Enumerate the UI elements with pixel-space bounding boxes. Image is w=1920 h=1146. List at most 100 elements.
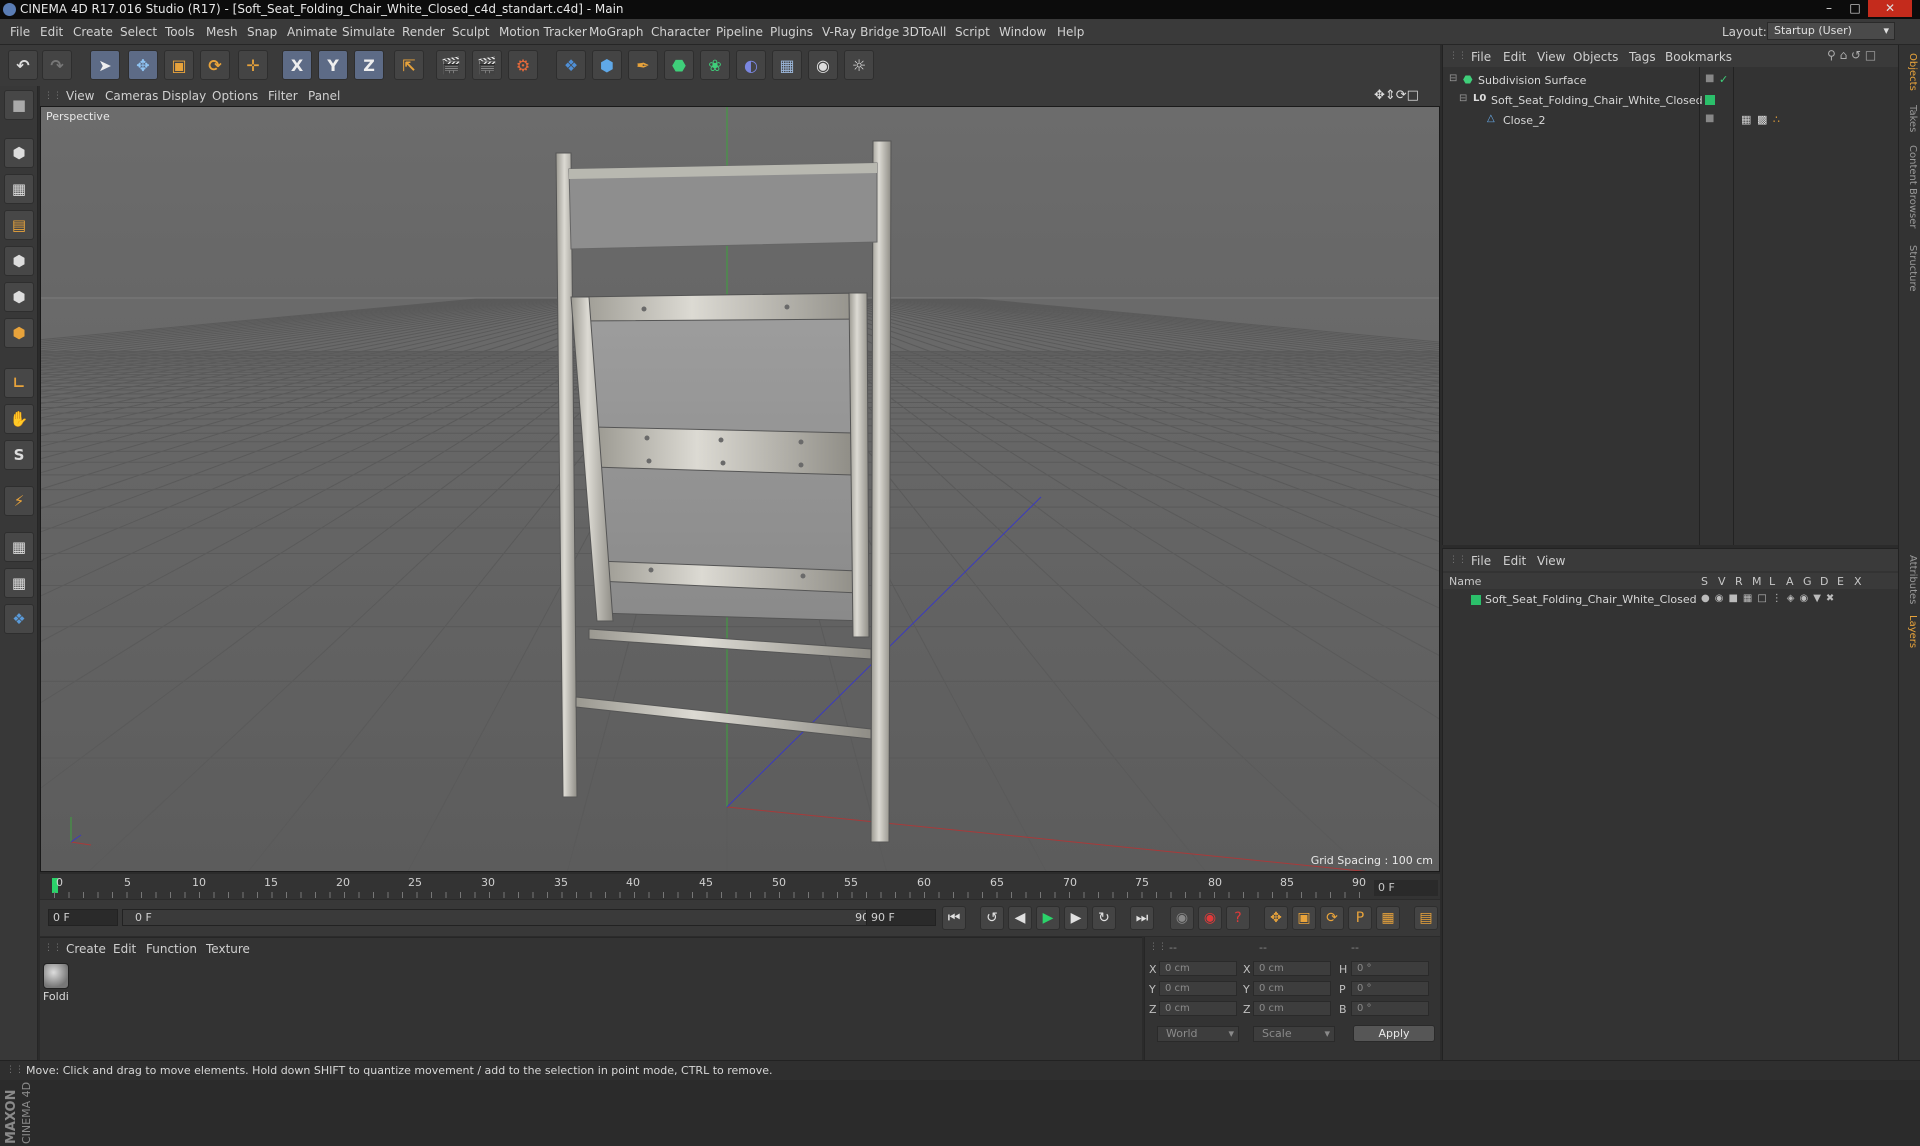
end-frame-field[interactable]: 90 F	[866, 909, 936, 926]
menu-plugins[interactable]: Plugins	[770, 25, 813, 39]
collapse-icon[interactable]: ⊟	[1449, 73, 1457, 84]
layer-toggle-icons[interactable]: ●◉■▦□⋮◈◉▼✖	[1701, 593, 1839, 604]
key-scale-icon[interactable]: ▣	[1292, 906, 1316, 930]
menu-sculpt[interactable]: Sculpt	[452, 25, 489, 39]
viewport-menu-cameras[interactable]: Cameras	[105, 89, 158, 103]
layer-menu-edit[interactable]: Edit	[1503, 554, 1526, 568]
material-menu-edit[interactable]: Edit	[113, 942, 136, 956]
texture-tag-icon[interactable]: ▦	[1741, 113, 1751, 126]
points-mode-icon[interactable]: ⬢	[4, 246, 34, 276]
layer-col-render[interactable]: R	[1735, 575, 1743, 588]
menu-select[interactable]: Select	[120, 25, 157, 39]
previous-frame-icon[interactable]: ◀	[1008, 906, 1032, 930]
viewport-navigation-icons[interactable]: ✥⇕⟳□	[1374, 88, 1419, 103]
vertex-tag-icon[interactable]: ∴	[1773, 113, 1780, 126]
y-axis-lock[interactable]: Y	[318, 50, 348, 80]
object-name[interactable]: Soft_Seat_Folding_Chair_White_Closed	[1491, 94, 1703, 107]
material-preview-ball[interactable]	[43, 963, 69, 989]
keyframe-selection-icon[interactable]: ?	[1226, 906, 1250, 930]
layout-dropdown[interactable]: Startup (User) ▾	[1767, 22, 1895, 40]
tab-attributes[interactable]: Attributes	[1902, 555, 1918, 604]
position-y-field[interactable]: 0 cm	[1159, 981, 1237, 996]
layer-col-animation[interactable]: A	[1786, 575, 1794, 588]
material-menu-function[interactable]: Function	[146, 942, 197, 956]
record-keys-icon[interactable]: ◉	[1170, 906, 1194, 930]
model-mode-icon[interactable]: ⬢	[4, 138, 34, 168]
z-axis-lock[interactable]: Z	[354, 50, 384, 80]
tweak-mode-icon[interactable]: ✋	[4, 404, 34, 434]
edit-visibility-icon[interactable]: ■	[1705, 113, 1714, 124]
next-key-icon[interactable]: ↻	[1092, 906, 1116, 930]
key-parameter-icon[interactable]: P	[1348, 906, 1372, 930]
layer-col-locked[interactable]: L	[1769, 575, 1775, 588]
position-x-field[interactable]: 0 cm	[1159, 961, 1237, 976]
polygons-mode-icon[interactable]: ⬢	[4, 318, 34, 348]
menu-edit[interactable]: Edit	[40, 25, 63, 39]
coordinate-system-icon[interactable]: ⇱	[394, 50, 424, 80]
render-view-icon[interactable]: 🎬	[436, 50, 466, 80]
column-divider[interactable]	[1699, 67, 1700, 545]
menu-file[interactable]: File	[10, 25, 30, 39]
object-menu-edit[interactable]: Edit	[1503, 50, 1526, 64]
redo-icon[interactable]: ↷	[42, 50, 72, 80]
size-y-field[interactable]: 0 cm	[1253, 981, 1331, 996]
edit-visibility-icon[interactable]: ■	[1705, 73, 1714, 84]
object-menu-file[interactable]: File	[1471, 50, 1491, 64]
goto-end-icon[interactable]: ⏭	[1130, 906, 1154, 930]
select-cursor-icon[interactable]: ➤	[90, 50, 120, 80]
edges-mode-icon[interactable]: ⬢	[4, 282, 34, 312]
rotation-b-field[interactable]: 0 °	[1351, 1001, 1429, 1016]
live-selection-icon[interactable]: ✛	[238, 50, 268, 80]
key-pla-icon[interactable]: ▦	[1376, 906, 1400, 930]
layer-row[interactable]: Soft_Seat_Folding_Chair_White_Closed ●◉■…	[1443, 591, 1899, 609]
perspective-viewport[interactable]: Perspective Grid Spacing : 100 cm	[40, 106, 1440, 872]
layer-col-expressions[interactable]: E	[1837, 575, 1844, 588]
coordinate-space-dropdown[interactable]: World ▾	[1157, 1026, 1239, 1042]
menu-animate[interactable]: Animate	[287, 25, 337, 39]
workplane-icon[interactable]: ▦	[4, 568, 34, 598]
light-icon[interactable]: ☼	[844, 50, 874, 80]
material-name-label[interactable]: Foldi	[43, 990, 69, 1003]
viewport-scene[interactable]	[41, 107, 1440, 872]
render-picture-viewer-icon[interactable]: 🎬	[472, 50, 502, 80]
layer-col-manager[interactable]: M	[1752, 575, 1762, 588]
collapse-icon[interactable]: ⊟	[1459, 93, 1467, 104]
rotate-tool-icon[interactable]: ⟳	[200, 50, 230, 80]
coordinate-mode-dropdown[interactable]: Scale ▾	[1253, 1026, 1335, 1042]
tab-takes[interactable]: Takes	[1902, 105, 1918, 132]
object-menu-bookmarks[interactable]: Bookmarks	[1665, 50, 1732, 64]
layer-color-swatch[interactable]	[1705, 95, 1715, 105]
snap-icon[interactable]: S	[4, 440, 34, 470]
viewport-camera-label[interactable]: Perspective	[46, 110, 110, 123]
menu-character[interactable]: Character	[651, 25, 710, 39]
material-menu-texture[interactable]: Texture	[206, 942, 250, 956]
workplane-lock-icon[interactable]: ▦	[4, 532, 34, 562]
minimize-icon[interactable]: –	[1816, 0, 1842, 17]
menu-snap[interactable]: Snap	[247, 25, 277, 39]
move-tool-icon[interactable]: ✥	[128, 50, 158, 80]
floor-icon[interactable]: ▦	[772, 50, 802, 80]
menu-3dtoall[interactable]: 3DToAll	[902, 25, 946, 39]
previous-key-icon[interactable]: ↺	[980, 906, 1004, 930]
scale-tool-icon[interactable]: ▣	[164, 50, 194, 80]
layer-name[interactable]: Soft_Seat_Folding_Chair_White_Closed	[1485, 593, 1697, 606]
next-frame-icon[interactable]: ▶	[1064, 906, 1088, 930]
tab-content-browser[interactable]: Content Browser	[1902, 145, 1918, 228]
texture-mode-icon[interactable]: ▦	[4, 174, 34, 204]
key-rotation-icon[interactable]: ⟳	[1320, 906, 1344, 930]
start-frame-field[interactable]: 0 F	[48, 909, 118, 926]
material-menu-create[interactable]: Create	[66, 942, 106, 956]
cloner-icon[interactable]: ❀	[700, 50, 730, 80]
rotation-p-field[interactable]: 0 °	[1351, 981, 1429, 996]
menu-pipeline[interactable]: Pipeline	[716, 25, 763, 39]
object-row-close2[interactable]: △ Close_2 ■ ▦ ▩ ∴	[1443, 112, 1899, 130]
tab-layers[interactable]: Layers	[1902, 615, 1918, 648]
menu-mesh[interactable]: Mesh	[206, 25, 238, 39]
make-editable-icon[interactable]: ■	[4, 90, 34, 120]
object-row-chair[interactable]: ⊟ L0 Soft_Seat_Folding_Chair_White_Close…	[1443, 92, 1899, 110]
object-name[interactable]: Subdivision Surface	[1478, 74, 1586, 87]
camera-icon[interactable]: ◉	[808, 50, 838, 80]
layer-menu-view[interactable]: View	[1537, 554, 1565, 568]
play-icon[interactable]: ▶	[1036, 906, 1060, 930]
object-name[interactable]: Close_2	[1503, 114, 1545, 127]
